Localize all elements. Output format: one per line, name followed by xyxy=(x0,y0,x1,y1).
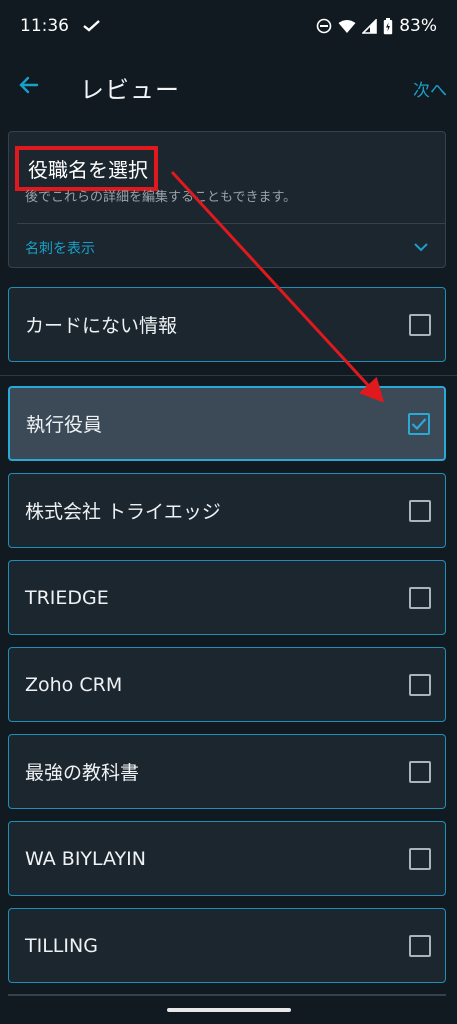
status-time: 11:36 xyxy=(20,16,69,36)
checkbox-checked[interactable] xyxy=(408,412,430,435)
info-card: 役職名を選択 後でこれらの詳細を編集することもできます。 名刺を表示 xyxy=(8,131,446,268)
check-icon xyxy=(83,19,101,33)
wifi-icon xyxy=(338,19,356,34)
checkbox[interactable] xyxy=(409,313,431,336)
show-card-link[interactable]: 名刺を表示 xyxy=(25,238,95,258)
app-bar: レビュー 次へ xyxy=(0,52,457,120)
page-title: レビュー xyxy=(80,76,180,104)
checkbox[interactable] xyxy=(409,934,431,957)
checkbox[interactable] xyxy=(409,499,431,522)
option-not-on-card[interactable]: カードにない情報 xyxy=(8,287,446,362)
option-label: 株式会社 トライエッジ xyxy=(25,501,221,523)
info-subtitle: 後でこれらの詳細を編集することもできます。 xyxy=(25,190,297,205)
option-label: Zoho CRM xyxy=(25,673,123,696)
battery-percent: 83% xyxy=(399,16,437,36)
back-arrow-icon[interactable] xyxy=(14,70,44,100)
divider xyxy=(8,994,446,996)
checkbox[interactable] xyxy=(409,847,431,870)
checkbox[interactable] xyxy=(409,586,431,609)
status-bar: 11:36 83% xyxy=(0,0,457,52)
option-item[interactable]: 株式会社 トライエッジ xyxy=(8,473,446,548)
status-left: 11:36 xyxy=(20,16,101,36)
next-button[interactable]: 次へ xyxy=(413,76,447,101)
screen: 11:36 83% レビュー 次へ 役職名を選択 後でこれらの詳細を編集すること… xyxy=(0,0,457,1024)
option-label: 最強の教科書 xyxy=(25,762,140,784)
checkbox[interactable] xyxy=(409,673,431,696)
option-label: カードにない情報 xyxy=(25,315,178,337)
option-item-selected[interactable]: 執行役員 xyxy=(8,386,446,461)
option-item[interactable]: WA BIYLAYIN xyxy=(8,821,446,896)
home-indicator[interactable] xyxy=(167,1008,291,1012)
option-label: WA BIYLAYIN xyxy=(25,847,146,870)
option-label: 執行役員 xyxy=(26,414,103,436)
option-item[interactable]: Zoho CRM xyxy=(8,647,446,722)
option-item[interactable]: TILLING xyxy=(8,908,446,983)
battery-icon xyxy=(383,17,393,35)
option-label: TRIEDGE xyxy=(25,586,109,609)
status-right: 83% xyxy=(316,16,437,36)
signal-icon xyxy=(362,18,378,34)
divider xyxy=(17,223,445,224)
select-title-heading: 役職名を選択 xyxy=(15,146,158,191)
option-item[interactable]: TRIEDGE xyxy=(8,560,446,635)
checkbox[interactable] xyxy=(409,760,431,783)
dnd-icon xyxy=(316,18,332,34)
section-divider xyxy=(0,375,457,376)
chevron-down-icon[interactable] xyxy=(413,239,429,255)
option-item[interactable]: 最強の教科書 xyxy=(8,734,446,809)
option-label: TILLING xyxy=(25,934,98,957)
